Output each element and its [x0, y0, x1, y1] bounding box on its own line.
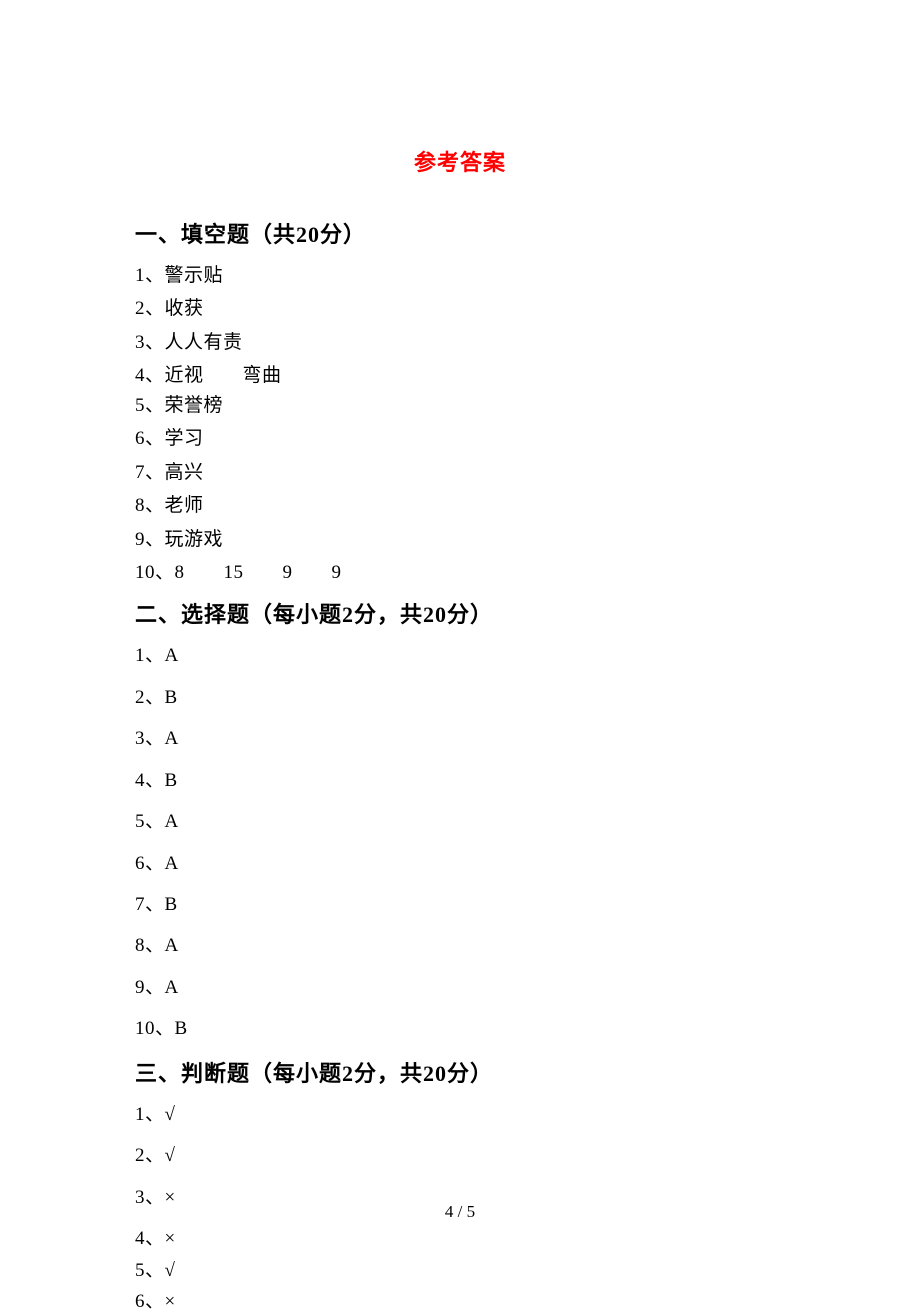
- answer-item: 6、×: [135, 1287, 785, 1316]
- answer-item: 9、玩游戏: [135, 525, 785, 554]
- answer-item: 9、A: [135, 973, 785, 1002]
- answer-item: 4、×: [135, 1224, 785, 1253]
- answer-item: 7、高兴: [135, 458, 785, 487]
- answer-item: 2、收获: [135, 294, 785, 323]
- answer-item: 1、√: [135, 1100, 785, 1129]
- answer-item: 2、√: [135, 1141, 785, 1170]
- answer-item: 8、A: [135, 931, 785, 960]
- answer-item: 8、老师: [135, 491, 785, 520]
- answer-item: 6、A: [135, 849, 785, 878]
- page-title: 参考答案: [135, 145, 785, 177]
- answer-item: 4、近视 弯曲: [135, 361, 785, 390]
- page-content: 参考答案 一、填空题（共20分） 1、警示贴 2、收获 3、人人有责 4、近视 …: [0, 0, 920, 1316]
- answer-item: 10、B: [135, 1014, 785, 1043]
- page-number: 4 / 5: [0, 1202, 920, 1222]
- answer-item: 1、警示贴: [135, 261, 785, 290]
- answer-item: 4、B: [135, 766, 785, 795]
- answer-item: 6、学习: [135, 424, 785, 453]
- section-fill-blank: 一、填空题（共20分） 1、警示贴 2、收获 3、人人有责 4、近视 弯曲 5、…: [135, 217, 785, 587]
- answer-item: 5、√: [135, 1256, 785, 1285]
- answer-item: 1、A: [135, 641, 785, 670]
- answer-item: 3、A: [135, 724, 785, 753]
- answer-item: 5、A: [135, 807, 785, 836]
- answer-item: 5、荣誉榜: [135, 391, 785, 420]
- answer-item: 10、8 15 9 9: [135, 558, 785, 587]
- answer-item: 3、人人有责: [135, 328, 785, 357]
- section-heading-3: 三、判断题（每小题2分，共20分）: [135, 1056, 785, 1088]
- section-true-false: 三、判断题（每小题2分，共20分） 1、√ 2、√ 3、× 4、× 5、√ 6、…: [135, 1056, 785, 1316]
- section-heading-2: 二、选择题（每小题2分，共20分）: [135, 597, 785, 629]
- answer-item: 2、B: [135, 683, 785, 712]
- section-multiple-choice: 二、选择题（每小题2分，共20分） 1、A 2、B 3、A 4、B 5、A 6、…: [135, 597, 785, 1043]
- answer-item: 7、B: [135, 890, 785, 919]
- section-heading-1: 一、填空题（共20分）: [135, 217, 785, 249]
